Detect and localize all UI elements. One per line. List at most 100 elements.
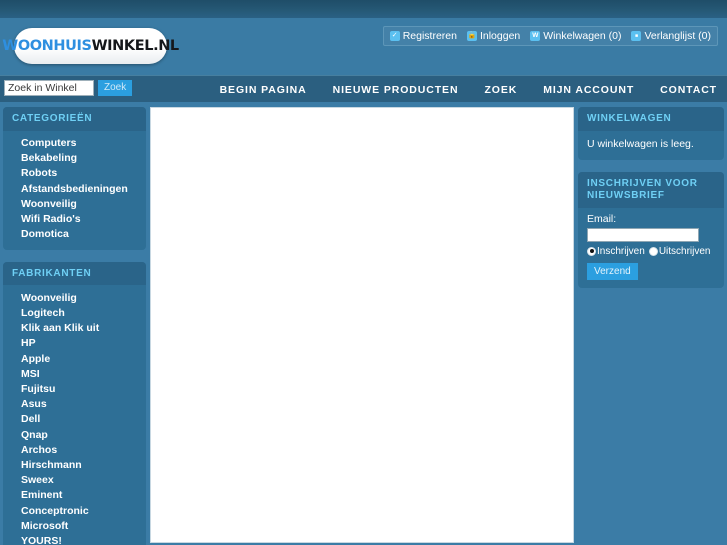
manufacturer-klik-aan-klik-uit[interactable]: Klik aan Klik uit	[12, 321, 137, 336]
list-item: Logitech	[12, 306, 137, 321]
manufacturer-logitech[interactable]: Logitech	[12, 306, 137, 321]
manufacturer-hp[interactable]: HP	[12, 336, 137, 351]
manufacturers-panel: FABRIKANTEN Woonveilig Logitech Klik aan…	[3, 261, 146, 545]
account-link-label: Winkelwagen (0)	[543, 30, 622, 42]
newsletter-subscribe-option[interactable]: Inschrijven	[587, 246, 645, 257]
list-item: Qnap	[12, 427, 137, 442]
account-link-verlanglijst[interactable]: Verlanglijst (0)	[631, 30, 711, 42]
list-item: Woonveilig	[12, 290, 137, 305]
cart-panel-body: U winkelwagen is leeg.	[578, 131, 724, 160]
manufacturer-asus[interactable]: Asus	[12, 397, 137, 412]
newsletter-radio-group: Inschrijven Uitschrijven	[587, 246, 715, 257]
manufacturer-fujitsu[interactable]: Fujitsu	[12, 381, 137, 396]
manufacturer-eminent[interactable]: Eminent	[12, 488, 137, 503]
nav-zoek[interactable]: ZOEK	[484, 84, 517, 96]
categories-panel: CATEGORIEËN Computers Bekabeling Robots …	[3, 107, 146, 250]
right-sidebar: WINKELWAGEN U winkelwagen is leeg. INSCH…	[578, 107, 724, 300]
account-link-label: Verlanglijst (0)	[644, 30, 711, 42]
list-item: Fujitsu	[12, 381, 137, 396]
list-item: Microsoft	[12, 518, 137, 533]
category-robots[interactable]: Robots	[12, 166, 137, 181]
radio-selected-icon[interactable]	[587, 246, 596, 256]
nav-mijn-account[interactable]: MIJN ACCOUNT	[543, 84, 634, 96]
list-item: Dell	[12, 412, 137, 427]
category-wifi-radios[interactable]: Wifi Radio's	[12, 211, 137, 226]
manufacturer-microsoft[interactable]: Microsoft	[12, 518, 137, 533]
list-item: Bekabeling	[12, 151, 137, 166]
check-icon	[389, 31, 400, 41]
radio-unselected-icon[interactable]	[648, 246, 658, 256]
manufacturer-msi[interactable]: MSI	[12, 366, 137, 381]
list-item: Klik aan Klik uit	[12, 321, 137, 336]
list-item: Hirschmann	[12, 457, 137, 472]
nav-contact[interactable]: CONTACT	[660, 84, 717, 96]
manufacturers-list: Woonveilig Logitech Klik aan Klik uit HP…	[12, 290, 137, 545]
main-navigation-bar: Zoek BEGIN PAGINA NIEUWE PRODUCTEN ZOEK …	[0, 75, 727, 102]
list-item: Computers	[12, 136, 137, 151]
list-item: Asus	[12, 397, 137, 412]
manufacturer-apple[interactable]: Apple	[12, 351, 137, 366]
list-item: MSI	[12, 366, 137, 381]
search-input[interactable]	[4, 80, 94, 96]
account-link-registreren[interactable]: Registreren	[389, 30, 457, 42]
list-item: Wifi Radio's	[12, 211, 137, 226]
logo-secondary-text: WINKEL.NL	[91, 38, 180, 54]
newsletter-panel-title: INSCHRIJVEN VOOR NIEUWSBRIEF	[578, 171, 724, 208]
cart-icon	[530, 31, 541, 41]
categories-panel-title: CATEGORIEËN	[3, 107, 146, 131]
cart-panel: WINKELWAGEN U winkelwagen is leeg.	[578, 107, 724, 160]
site-logo[interactable]: WOONHUISWINKEL.NL	[2, 28, 179, 64]
manufacturer-sweex[interactable]: Sweex	[12, 473, 137, 488]
list-item: Eminent	[12, 488, 137, 503]
categories-panel-body: Computers Bekabeling Robots Afstandsbedi…	[3, 131, 146, 250]
nav-nieuwe-producten[interactable]: NIEUWE PRODUCTEN	[333, 84, 459, 96]
list-item: YOURS!	[12, 533, 137, 545]
cart-empty-message: U winkelwagen is leeg.	[587, 137, 694, 150]
list-item: Domotica	[12, 227, 137, 242]
account-link-winkelwagen[interactable]: Winkelwagen (0)	[530, 30, 621, 42]
page-body: CATEGORIEËN Computers Bekabeling Robots …	[0, 102, 727, 545]
account-link-label: Registreren	[402, 30, 457, 42]
site-header: WOONHUISWINKEL.NL Registreren Inloggen W…	[0, 18, 727, 75]
list-item: HP	[12, 336, 137, 351]
newsletter-panel-body: Email: Inschrijven Uitschrijven Verzend	[578, 208, 724, 288]
main-content-area	[150, 107, 574, 543]
list-item: Sweex	[12, 473, 137, 488]
cart-panel-title: WINKELWAGEN	[578, 107, 724, 131]
nav-begin-pagina[interactable]: BEGIN PAGINA	[220, 84, 307, 96]
category-afstandsbedieningen[interactable]: Afstandsbedieningen	[12, 181, 137, 196]
account-links-bar: Registreren Inloggen Winkelwagen (0) Ver…	[382, 26, 718, 46]
search-form: Zoek	[4, 80, 133, 96]
category-domotica[interactable]: Domotica	[12, 227, 137, 242]
list-item: Apple	[12, 351, 137, 366]
manufacturer-woonveilig[interactable]: Woonveilig	[12, 290, 137, 305]
left-sidebar: CATEGORIEËN Computers Bekabeling Robots …	[3, 107, 146, 545]
category-computers[interactable]: Computers	[12, 136, 137, 151]
newsletter-subscribe-label: Inschrijven	[597, 245, 645, 257]
category-woonveilig[interactable]: Woonveilig	[12, 196, 137, 211]
logo-primary-text: WOONHUIS	[2, 38, 92, 54]
manufacturer-yours[interactable]: YOURS!	[12, 533, 137, 545]
manufacturer-archos[interactable]: Archos	[12, 442, 137, 457]
primary-nav-links: BEGIN PAGINA NIEUWE PRODUCTEN ZOEK MIJN …	[220, 76, 717, 103]
category-bekabeling[interactable]: Bekabeling	[12, 151, 137, 166]
lock-icon	[466, 31, 477, 41]
list-item: Woonveilig	[12, 196, 137, 211]
manufacturers-panel-body: Woonveilig Logitech Klik aan Klik uit HP…	[3, 285, 146, 545]
newsletter-email-input[interactable]	[587, 227, 699, 242]
newsletter-panel: INSCHRIJVEN VOOR NIEUWSBRIEF Email: Insc…	[578, 171, 724, 288]
manufacturer-conceptronic[interactable]: Conceptronic	[12, 503, 137, 518]
newsletter-unsubscribe-label: Uitschrijven	[658, 245, 711, 257]
manufacturer-hirschmann[interactable]: Hirschmann	[12, 457, 137, 472]
list-item: Afstandsbedieningen	[12, 181, 137, 196]
newsletter-submit-button[interactable]: Verzend	[587, 262, 638, 280]
manufacturer-dell[interactable]: Dell	[12, 412, 137, 427]
account-link-inloggen[interactable]: Inloggen	[466, 30, 520, 42]
newsletter-unsubscribe-option[interactable]: Uitschrijven	[648, 245, 711, 257]
star-icon	[631, 31, 642, 41]
list-item: Conceptronic	[12, 503, 137, 518]
manufacturers-panel-title: FABRIKANTEN	[3, 261, 146, 286]
list-item: Robots	[12, 166, 137, 181]
search-button[interactable]: Zoek	[98, 80, 133, 96]
manufacturer-qnap[interactable]: Qnap	[12, 427, 137, 442]
